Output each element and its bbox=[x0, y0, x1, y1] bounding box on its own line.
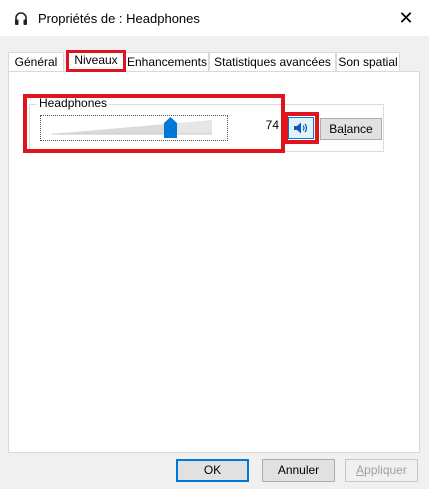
ok-button[interactable]: OK bbox=[176, 459, 249, 482]
headphones-icon bbox=[15, 12, 27, 25]
speaker-icon bbox=[294, 122, 308, 134]
volume-value[interactable]: 74 bbox=[228, 115, 282, 139]
title-bar: Propriétés de : Headphones ✕ bbox=[0, 0, 429, 36]
tab-statistiques-avancees[interactable]: Statistiques avancées bbox=[209, 52, 336, 71]
properties-dialog: Propriétés de : Headphones ✕ Général Niv… bbox=[0, 0, 429, 489]
close-icon: ✕ bbox=[398, 7, 414, 28]
cancel-label: Annuler bbox=[277, 463, 320, 477]
balance-label: Balance bbox=[329, 122, 373, 136]
ok-label: OK bbox=[203, 463, 222, 477]
tab-general[interactable]: Général bbox=[8, 52, 64, 71]
cancel-button[interactable]: Annuler bbox=[262, 459, 335, 482]
volume-slider-track bbox=[52, 120, 212, 135]
balance-button[interactable]: Balance bbox=[320, 118, 382, 140]
tab-niveaux[interactable]: Niveaux bbox=[66, 50, 126, 72]
apply-button[interactable]: Appliquer bbox=[345, 459, 418, 482]
tab-son-spatial[interactable]: Son spatial bbox=[336, 52, 400, 71]
tab-strip: Général Niveaux Enhancements Statistique… bbox=[0, 50, 429, 72]
tab-enhancements[interactable]: Enhancements bbox=[125, 52, 209, 71]
apply-label: Appliquer bbox=[356, 463, 407, 477]
window-title: Propriétés de : Headphones bbox=[38, 11, 200, 26]
mute-button[interactable] bbox=[288, 117, 314, 139]
volume-slider-thumb[interactable] bbox=[163, 117, 177, 138]
close-button[interactable]: ✕ bbox=[383, 0, 429, 36]
device-label: Headphones bbox=[37, 96, 110, 110]
